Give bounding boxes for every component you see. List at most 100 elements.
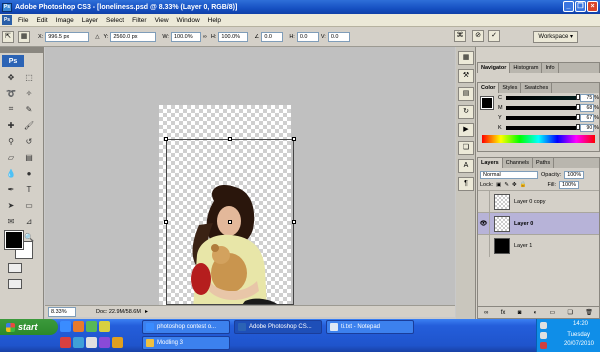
link-layers-icon[interactable]: ∞ — [484, 310, 488, 316]
adjustment-layer-icon[interactable]: ◐ — [534, 310, 538, 316]
path-select-icon[interactable]: ➤ — [3, 198, 19, 212]
cyan-slider[interactable] — [505, 94, 580, 100]
document-icon[interactable]: Ps — [2, 15, 12, 25]
visibility-toggle[interactable] — [478, 190, 490, 213]
menu-file[interactable]: File — [14, 17, 32, 24]
clone-source-icon[interactable]: ❏ — [458, 141, 474, 155]
dodge-tool-icon[interactable]: ● — [21, 166, 37, 180]
history-panel-icon[interactable]: ↻ — [458, 105, 474, 119]
doc-info-arrow-icon[interactable]: ▸ — [145, 308, 148, 315]
clock-time[interactable]: 14:20 — [573, 321, 588, 327]
relative-position-icon[interactable]: △ — [95, 34, 99, 40]
task-notepad[interactable]: ti.txt - Notepad — [326, 320, 414, 334]
menu-layer[interactable]: Layer — [78, 17, 102, 24]
pen-tool-icon[interactable]: ✒ — [3, 182, 19, 196]
security-tray-icon[interactable] — [540, 342, 547, 349]
lock-image-icon[interactable]: ✎ — [504, 182, 509, 188]
layer-style-icon[interactable]: fx — [501, 310, 506, 316]
task-photoshop-contest[interactable]: photoshop contest o... — [142, 320, 230, 334]
app-quicklaunch-icon[interactable] — [99, 337, 110, 348]
commit-transform-icon[interactable]: ✓ — [488, 30, 500, 42]
transform-handle-r[interactable] — [292, 220, 296, 224]
type-tool-icon[interactable]: T — [21, 182, 37, 196]
tab-channels[interactable]: Channels — [503, 158, 533, 168]
blur-tool-icon[interactable]: 💧 — [3, 166, 19, 180]
warp-icon[interactable]: ⌘ — [454, 30, 466, 42]
tab-paths[interactable]: Paths — [533, 158, 555, 168]
zoom-field[interactable]: 8.33% — [48, 306, 76, 317]
ie-quicklaunch-icon[interactable] — [60, 321, 71, 332]
transform-handle-l[interactable] — [164, 220, 168, 224]
angle-field[interactable]: 0.0 — [261, 31, 284, 42]
fill-field[interactable]: 100% — [559, 181, 579, 189]
magenta-slider-knob[interactable] — [575, 104, 580, 110]
clone-stamp-icon[interactable]: ⚲ — [3, 134, 19, 148]
magenta-value[interactable]: 68 — [580, 104, 595, 112]
tab-styles[interactable]: Styles — [499, 83, 522, 93]
brushes-panel-icon[interactable]: ▦ — [458, 51, 474, 65]
network-tray-icon[interactable] — [540, 322, 547, 329]
folder-quicklaunch-icon[interactable] — [99, 321, 110, 332]
cyan-slider-knob[interactable] — [575, 94, 580, 100]
marquee-tool-icon[interactable]: ⬚ — [21, 70, 37, 84]
shape-tool-icon[interactable]: ▭ — [21, 198, 37, 212]
blend-mode-select[interactable]: Normal — [480, 171, 538, 179]
foreground-color-swatch[interactable] — [4, 230, 24, 250]
eyedropper-icon[interactable]: ⊿ — [21, 214, 37, 228]
app2-quicklaunch-icon[interactable] — [112, 337, 123, 348]
desktop-quicklaunch-icon[interactable] — [86, 321, 97, 332]
task-modling-folder[interactable]: Modling 3 — [142, 336, 230, 350]
media-quicklaunch-icon[interactable] — [86, 337, 97, 348]
tab-histogram[interactable]: Histogram — [510, 63, 543, 73]
layer-row[interactable]: Layer 0 copy — [478, 190, 599, 213]
visibility-toggle[interactable] — [478, 234, 490, 257]
messenger-quicklaunch-icon[interactable] — [73, 337, 84, 348]
transform-bounding-box[interactable] — [164, 137, 296, 305]
workspace-button[interactable]: Workspace ▾ — [533, 31, 578, 43]
magenta-slider[interactable] — [505, 104, 580, 110]
tab-info[interactable]: Info — [542, 63, 559, 73]
color-panel-swatch[interactable] — [480, 96, 494, 110]
minimize-button[interactable]: _ — [563, 1, 574, 12]
history-brush-icon[interactable]: ↺ — [21, 134, 37, 148]
menu-edit[interactable]: Edit — [32, 17, 51, 24]
tab-swatches[interactable]: Swatches — [521, 83, 553, 93]
menu-select[interactable]: Select — [102, 17, 128, 24]
new-layer-icon[interactable]: ❏ — [568, 309, 573, 316]
close-button[interactable]: × — [587, 1, 598, 12]
restore-button[interactable]: ❐ — [575, 1, 586, 12]
task-photoshop[interactable]: Adobe Photoshop CS... — [234, 320, 322, 334]
yellow-slider[interactable] — [505, 114, 580, 120]
link-icon[interactable]: ∞ — [203, 34, 207, 40]
menu-filter[interactable]: Filter — [128, 17, 150, 24]
adobe-quicklaunch-icon[interactable] — [60, 337, 71, 348]
menu-window[interactable]: Window — [173, 17, 204, 24]
transform-tool-icon[interactable]: ⇱ — [2, 30, 14, 43]
menu-help[interactable]: Help — [204, 17, 225, 24]
yellow-slider-knob[interactable] — [575, 114, 580, 120]
reference-point-icon[interactable]: ▦ — [18, 30, 30, 43]
black-slider[interactable] — [505, 124, 580, 130]
toolbox-header[interactable] — [0, 47, 44, 53]
yellow-value[interactable]: 67 — [580, 114, 595, 122]
notes-icon[interactable]: ✉ — [3, 214, 19, 228]
photoshop-app-icon[interactable]: Ps — [2, 2, 12, 12]
cancel-transform-icon[interactable]: ⊘ — [472, 30, 484, 42]
eraser-icon[interactable]: ▱ — [3, 150, 19, 164]
layer-row[interactable]: Layer 1 — [478, 234, 599, 257]
hskew-field[interactable]: 0.0 — [296, 31, 319, 42]
doc-info[interactable]: Doc: 22.9M/58.6M — [96, 309, 141, 315]
lock-position-icon[interactable]: ✥ — [512, 182, 517, 188]
move-tool-icon[interactable]: ✥ — [3, 70, 19, 84]
opacity-field[interactable]: 100% — [564, 171, 585, 179]
width-field[interactable]: 100.0% — [170, 31, 201, 42]
tab-color[interactable]: Color — [478, 83, 500, 93]
layer-row-selected[interactable]: 👁 Layer 0 — [478, 212, 599, 235]
layer-comps-icon[interactable]: ▤ — [458, 87, 474, 101]
paragraph-panel-icon[interactable]: ¶ — [458, 177, 474, 191]
magic-wand-icon[interactable]: ✧ — [21, 86, 37, 100]
healing-brush-icon[interactable]: ✚ — [3, 118, 19, 132]
layer-mask-icon[interactable]: ◙ — [518, 310, 522, 316]
transform-handle-t[interactable] — [228, 137, 232, 141]
cyan-value[interactable]: 75 — [580, 94, 595, 102]
